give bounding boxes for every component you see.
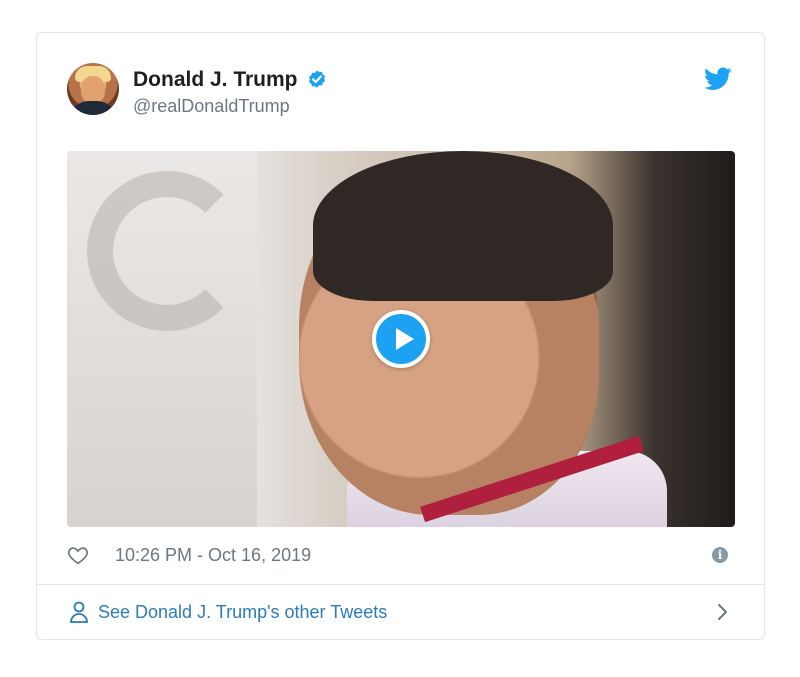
tweet-meta: 10:26 PM - Oct 16, 2019 i xyxy=(67,541,734,569)
twitter-bird-icon[interactable] xyxy=(704,67,732,91)
tweet-header: Donald J. Trump @realDonaldTrump xyxy=(67,63,734,119)
avatar[interactable] xyxy=(67,63,119,115)
person-icon xyxy=(70,601,88,623)
see-other-tweets-label[interactable]: See Donald J. Trump's other Tweets xyxy=(98,600,387,624)
play-button[interactable] xyxy=(372,310,430,368)
heart-outline-icon[interactable] xyxy=(67,544,89,566)
see-other-tweets-link[interactable]: See Donald J. Trump's other Tweets xyxy=(67,597,734,627)
verified-badge-icon xyxy=(308,70,326,88)
author-display-name[interactable]: Donald J. Trump xyxy=(133,67,298,93)
video-thumbnail[interactable] xyxy=(67,151,735,527)
author-info[interactable]: Donald J. Trump @realDonaldTrump xyxy=(133,67,328,118)
info-icon[interactable]: i xyxy=(712,547,728,563)
tweet-timestamp[interactable]: 10:26 PM - Oct 16, 2019 xyxy=(115,544,311,566)
divider xyxy=(37,584,764,585)
tweet-card: Donald J. Trump @realDonaldTrump 10:26 P… xyxy=(36,32,765,640)
chevron-right-icon[interactable] xyxy=(716,602,730,622)
play-icon xyxy=(396,328,414,350)
author-handle[interactable]: @realDonaldTrump xyxy=(133,94,328,118)
